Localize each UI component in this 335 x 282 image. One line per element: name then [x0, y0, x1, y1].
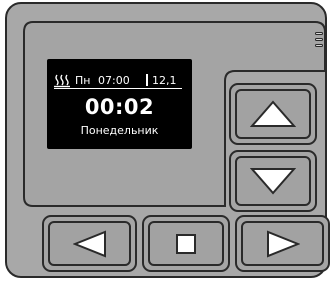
- left-button[interactable]: [42, 215, 137, 272]
- stop-button[interactable]: [142, 215, 230, 272]
- right-button-face[interactable]: [241, 221, 324, 266]
- day-name: Понедельник: [80, 124, 159, 137]
- vent-slot: [315, 38, 323, 41]
- status-bar: Пн 07:00 12,1: [54, 74, 182, 89]
- clock-display: 00:02: [84, 95, 155, 119]
- vent-slot: [315, 44, 323, 47]
- triangle-down-icon: [250, 167, 296, 195]
- triangle-up-icon: [250, 100, 296, 128]
- triangle-left-icon: [72, 230, 107, 258]
- status-underline: [54, 88, 182, 89]
- heating-icon: [54, 74, 70, 88]
- thermostat-device: Пн 07:00 12,1 00:02 Понедельник: [5, 2, 330, 278]
- up-button[interactable]: [229, 83, 317, 145]
- day-short: Пн: [75, 74, 91, 87]
- vent-slot: [315, 32, 323, 35]
- right-button[interactable]: [235, 215, 330, 272]
- left-button-face[interactable]: [48, 221, 131, 266]
- stop-button-face[interactable]: [148, 221, 224, 266]
- triangle-right-icon: [266, 230, 300, 258]
- separator: [146, 74, 148, 86]
- lcd-screen: Пн 07:00 12,1 00:02 Понедельник: [47, 59, 192, 149]
- down-button[interactable]: [229, 150, 317, 212]
- down-button-face[interactable]: [235, 156, 311, 206]
- square-stop-icon: [175, 233, 197, 255]
- vent-slots: [315, 32, 323, 50]
- program-time: 07:00: [98, 74, 130, 87]
- value-readout: 12,1: [152, 74, 177, 87]
- up-button-face[interactable]: [235, 89, 311, 139]
